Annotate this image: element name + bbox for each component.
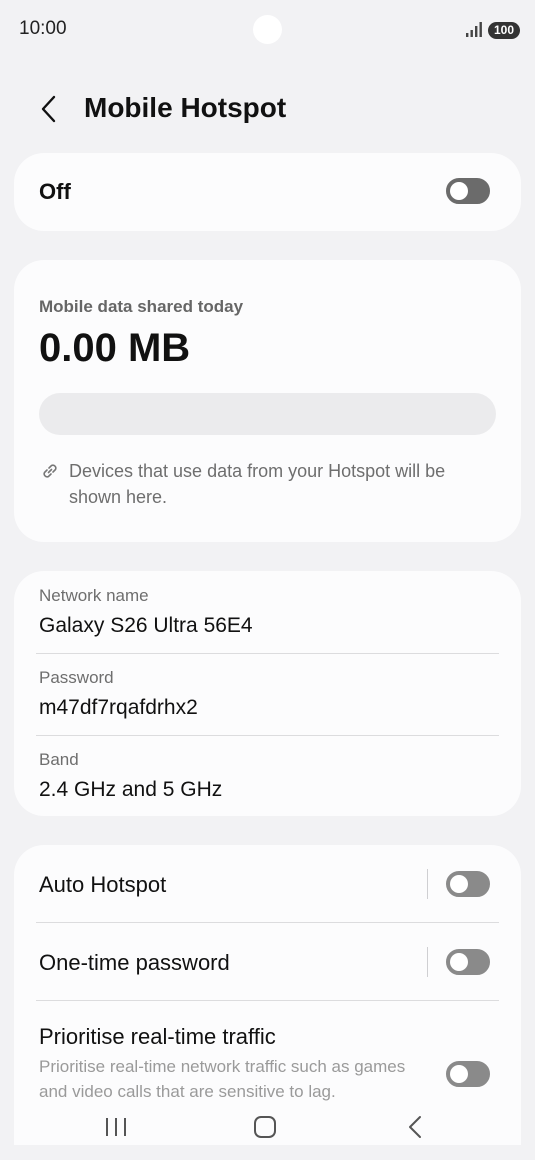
auto-hotspot-switch[interactable] [446,871,490,897]
password-item[interactable]: Password m47df7rqafdrhx2 [39,668,499,720]
usage-progress-bar [39,393,496,435]
chevron-left-icon [41,95,56,123]
divider [36,922,499,923]
separator [427,869,428,899]
usage-note: Devices that use data from your Hotspot … [69,461,446,507]
prioritise-traffic-description: Prioritise real-time network traffic suc… [39,1057,406,1101]
network-name-label: Network name [39,586,149,605]
separator [427,947,428,977]
status-bar: 10:00 100 [0,0,535,60]
divider [36,1000,499,1001]
switch-knob [450,875,468,893]
signal-icon [466,22,482,37]
page-title: Mobile Hotspot [84,92,287,123]
navigation-bar [0,1100,535,1160]
back-icon[interactable] [404,1114,426,1140]
hotspot-switch[interactable] [446,178,490,204]
network-info-card: Network name Galaxy S26 Ultra 56E4 Passw… [14,571,521,816]
prioritise-traffic-switch[interactable] [446,1061,490,1087]
divider [36,653,499,654]
battery-icon: 100 [488,22,520,39]
auto-hotspot-label[interactable]: Auto Hotspot [39,872,166,898]
recent-apps-icon[interactable] [104,1116,128,1138]
switch-knob [450,1065,468,1083]
prioritise-traffic-label[interactable]: Prioritise real-time traffic [39,1024,276,1050]
link-icon [43,464,57,478]
network-name-value: Galaxy S26 Ultra 56E4 [39,614,253,637]
band-label: Band [39,750,79,769]
back-button[interactable] [34,94,64,124]
one-time-password-switch[interactable] [446,949,490,975]
data-usage-card: Mobile data shared today 0.00 MB Devices… [14,260,521,542]
band-value: 2.4 GHz and 5 GHz [39,778,223,801]
hotspot-toggle-row[interactable]: Off [14,153,521,231]
switch-knob [450,182,468,200]
status-time: 10:00 [19,18,67,39]
home-icon[interactable] [254,1116,276,1138]
usage-value: 0.00 MB [39,326,191,370]
divider [36,735,499,736]
network-name-item[interactable]: Network name Galaxy S26 Ultra 56E4 [39,586,499,638]
password-value: m47df7rqafdrhx2 [39,696,198,719]
camera-cutout [253,15,282,44]
one-time-password-label[interactable]: One-time password [39,950,230,976]
password-label: Password [39,668,114,687]
switch-knob [450,953,468,971]
app-header: Mobile Hotspot [0,84,535,134]
usage-label: Mobile data shared today [39,297,244,316]
hotspot-state-label: Off [39,179,71,204]
band-item[interactable]: Band 2.4 GHz and 5 GHz [39,750,499,802]
